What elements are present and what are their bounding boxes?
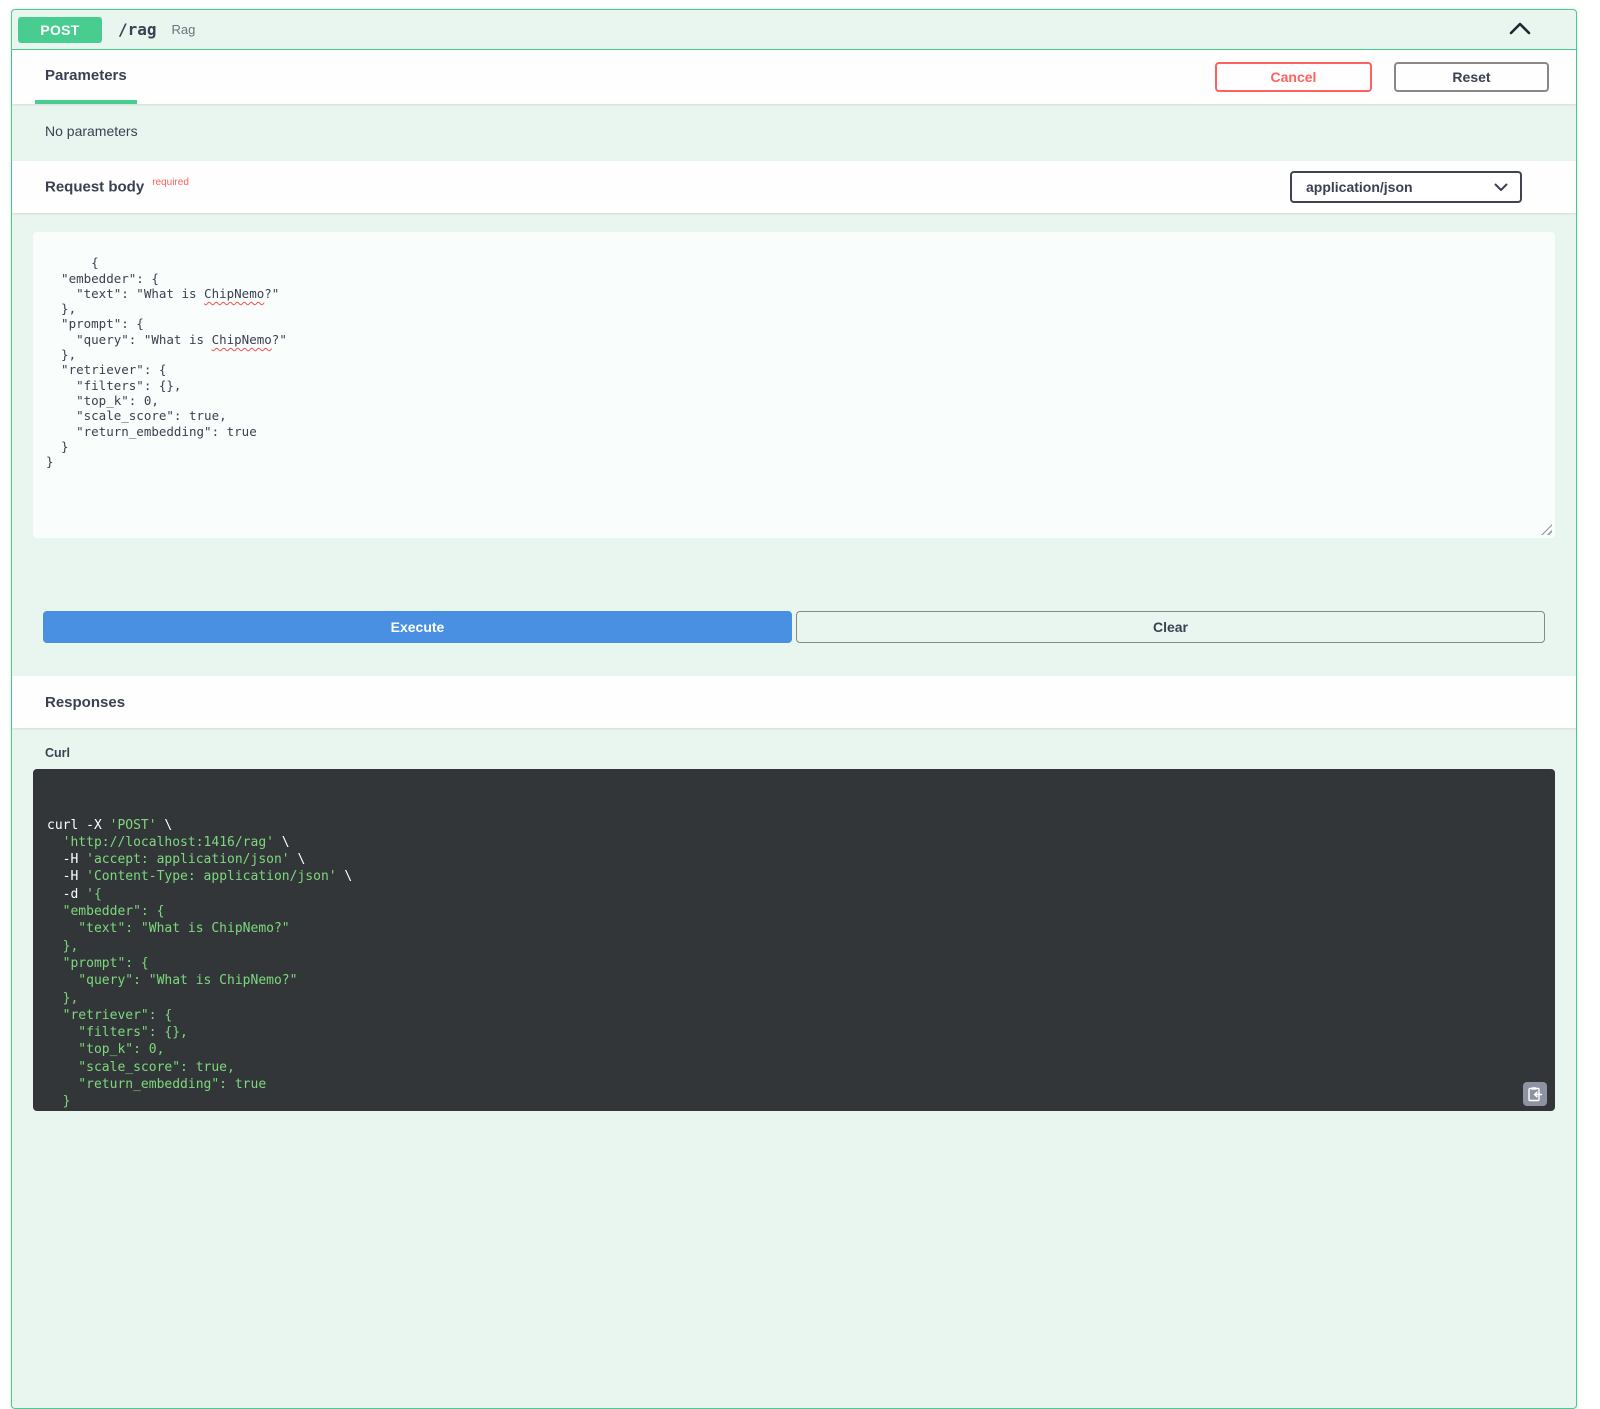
media-type-value: application/json — [1306, 179, 1413, 195]
required-badge: required — [152, 177, 189, 188]
no-parameters-message: No parameters — [12, 104, 1576, 161]
endpoint-path: /rag — [118, 20, 157, 39]
resize-handle-icon[interactable] — [1541, 524, 1552, 535]
execute-row: Execute Clear — [43, 611, 1545, 643]
parameters-header-row: Parameters Cancel Reset — [12, 50, 1576, 104]
responses-header: Responses — [12, 676, 1576, 728]
execute-button[interactable]: Execute — [43, 611, 792, 643]
operation-panel: POST /rag Rag Parameters Cancel Reset No… — [11, 9, 1577, 1409]
copy-button[interactable] — [1523, 1082, 1547, 1106]
tab-parameters-label: Parameters — [45, 67, 127, 84]
curl-command: curl -X 'POST' \ 'http://localhost:1416/… — [33, 769, 1555, 1111]
cancel-button[interactable]: Cancel — [1215, 62, 1372, 92]
collapse-button[interactable] — [1509, 21, 1531, 38]
request-body-text: { "embedder": { "text": "What is ChipNem… — [46, 255, 287, 469]
curl-section: Curl curl -X 'POST' \ 'http://localhost:… — [12, 728, 1576, 1131]
operation-summary[interactable]: POST /rag Rag — [12, 10, 1576, 50]
clear-button[interactable]: Clear — [796, 611, 1545, 643]
request-body-header: Request body required application/json — [12, 161, 1576, 213]
chevron-down-icon — [1494, 183, 1508, 192]
request-body-section: { "embedder": { "text": "What is ChipNem… — [12, 213, 1576, 676]
chevron-up-icon — [1509, 21, 1531, 38]
request-body-editor[interactable]: { "embedder": { "text": "What is ChipNem… — [33, 232, 1555, 538]
tab-parameters[interactable]: Parameters — [35, 50, 137, 104]
curl-label: Curl — [45, 746, 1555, 760]
endpoint-summary: Rag — [172, 22, 196, 37]
copy-clipboard-icon — [1527, 1086, 1543, 1102]
reset-button[interactable]: Reset — [1394, 62, 1549, 92]
method-badge: POST — [18, 17, 102, 43]
media-type-select[interactable]: application/json — [1290, 171, 1522, 203]
request-body-title: Request body — [45, 179, 144, 196]
responses-title: Responses — [45, 694, 125, 711]
request-body-title-wrap: Request body required — [45, 177, 189, 196]
parameters-actions: Cancel Reset — [1215, 50, 1549, 104]
